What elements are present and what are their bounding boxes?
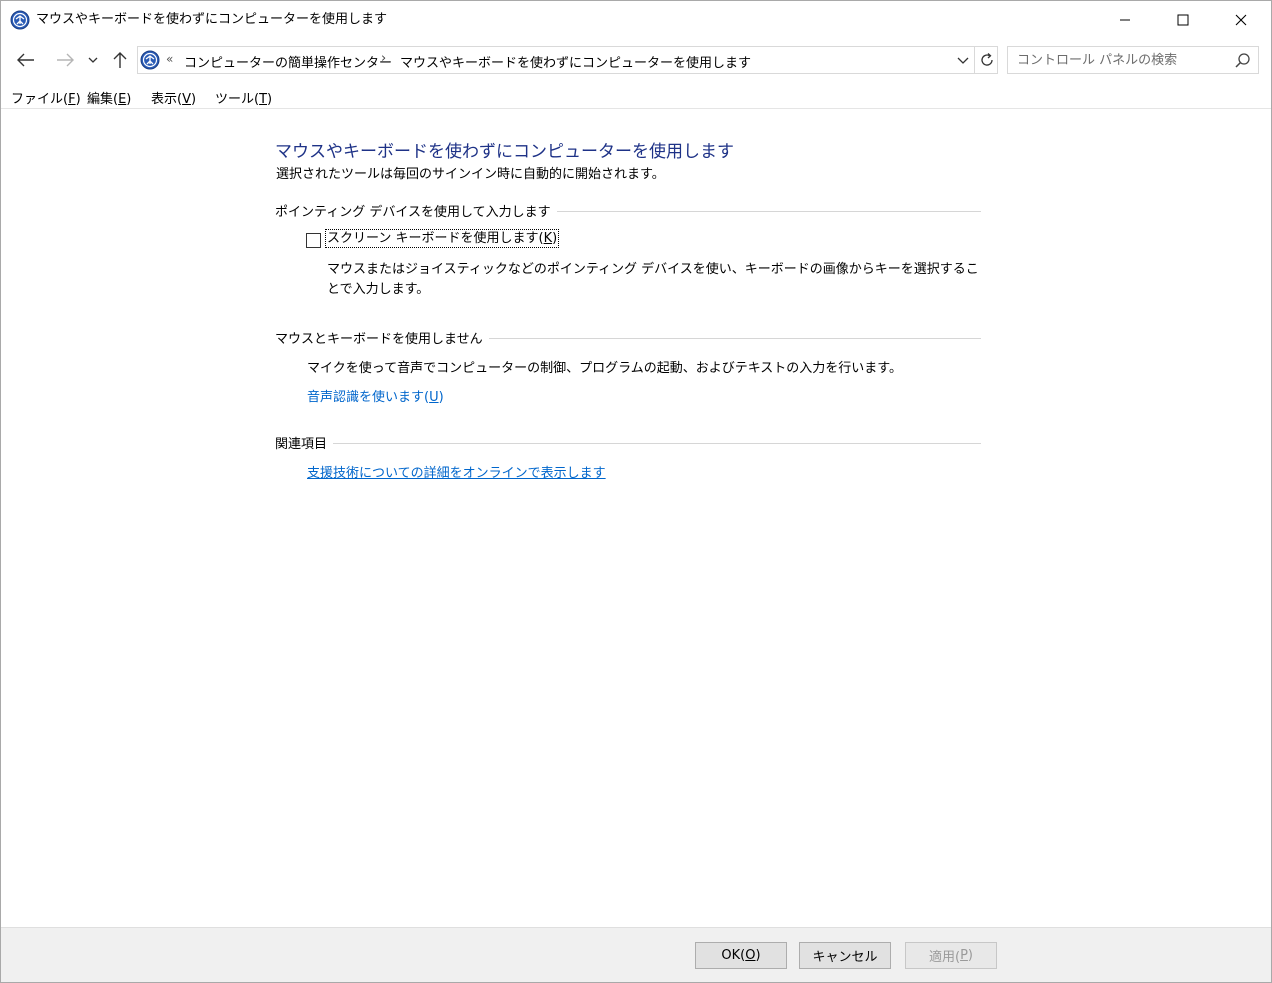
section-heading-text: 関連項目: [275, 433, 334, 452]
on-screen-keyboard-checkbox[interactable]: [306, 233, 321, 248]
window-title: マウスやキーボードを使わずにコンピューターを使用します: [36, 12, 388, 27]
search-icon[interactable]: [1234, 52, 1252, 70]
main-content: マウスやキーボードを使わずにコンピューターを使用します 選択されたツールは毎回の…: [1, 109, 1271, 927]
close-icon: [1235, 14, 1247, 26]
refresh-button[interactable]: [974, 47, 998, 73]
arrow-up-icon: [113, 52, 127, 68]
speech-recognition-link[interactable]: 音声認識を使います(U): [307, 386, 444, 405]
breadcrumb-separator[interactable]: ›: [381, 51, 386, 66]
assistive-technology-link[interactable]: 支援技術についての詳細をオンラインで表示します: [307, 462, 606, 481]
page-title: マウスやキーボードを使わずにコンピューターを使用します: [275, 142, 734, 162]
section-heading-text: マウスとキーボードを使用しません: [275, 328, 489, 347]
address-bar[interactable]: « コンピューターの簡単操作センター › マウスやキーボードを使わずにコンピュー…: [137, 46, 998, 74]
control-panel-window: マウスやキーボードを使わずにコンピューターを使用します « コンピューターの簡単…: [0, 0, 1272, 983]
divider: [556, 211, 981, 212]
apply-button[interactable]: 適用(P): [905, 942, 997, 969]
arrow-right-icon: [57, 53, 74, 67]
minimize-icon: [1120, 19, 1130, 21]
breadcrumb-overflow[interactable]: «: [166, 52, 173, 66]
divider: [333, 443, 981, 444]
speech-description: マイクを使って音声でコンピューターの制御、プログラムの起動、およびテキストの入力…: [307, 361, 903, 376]
refresh-icon: [980, 53, 993, 66]
ok-button[interactable]: OK(O): [695, 942, 787, 969]
section-heading-text: ポインティング デバイスを使用して入力します: [275, 201, 557, 220]
on-screen-keyboard-label[interactable]: スクリーン キーボードを使用します(K): [325, 229, 560, 248]
recent-locations-button[interactable]: [83, 48, 103, 72]
close-button[interactable]: [1212, 1, 1270, 39]
search-box: [1007, 46, 1259, 74]
menu-bar: ファイル(F) 編集(E) 表示(V) ツール(T): [1, 85, 1271, 109]
minimize-button[interactable]: [1096, 1, 1154, 39]
search-input[interactable]: [1009, 48, 1229, 72]
ease-of-access-icon: [10, 10, 30, 30]
section-pointing-heading: ポインティング デバイスを使用して入力します: [275, 201, 981, 220]
maximize-button[interactable]: [1154, 1, 1212, 39]
breadcrumb-ease-of-access-center[interactable]: コンピューターの簡単操作センター: [184, 52, 392, 71]
chevron-down-icon: [957, 57, 969, 64]
divider: [488, 338, 981, 339]
menu-edit[interactable]: 編集(E): [87, 88, 131, 107]
menu-view[interactable]: 表示(V): [151, 88, 196, 107]
menu-file[interactable]: ファイル(F): [11, 88, 81, 107]
section-related-heading: 関連項目: [275, 433, 981, 452]
forward-button[interactable]: [53, 48, 77, 72]
dialog-button-bar: OK(O) キャンセル 適用(P): [1, 927, 1271, 982]
maximize-icon: [1177, 14, 1189, 26]
chevron-down-icon: [88, 57, 98, 63]
arrow-left-icon: [17, 53, 34, 67]
section-no-mouse-heading: マウスとキーボードを使用しません: [275, 328, 981, 347]
cancel-button[interactable]: キャンセル: [799, 942, 891, 969]
address-dropdown-button[interactable]: [954, 51, 972, 69]
back-button[interactable]: [14, 48, 38, 72]
up-button[interactable]: [108, 48, 132, 72]
ease-of-access-icon: [140, 50, 160, 70]
title-bar: マウスやキーボードを使わずにコンピューターを使用します: [1, 1, 1271, 39]
page-subtitle: 選択されたツールは毎回のサインイン時に自動的に開始されます。: [276, 167, 665, 182]
menu-tools[interactable]: ツール(T): [215, 88, 272, 107]
on-screen-keyboard-description: マウスまたはジョイスティックなどのポインティング デバイスを使い、キーボードの画…: [327, 262, 979, 297]
breadcrumb-current-page[interactable]: マウスやキーボードを使わずにコンピューターを使用します: [400, 52, 751, 71]
